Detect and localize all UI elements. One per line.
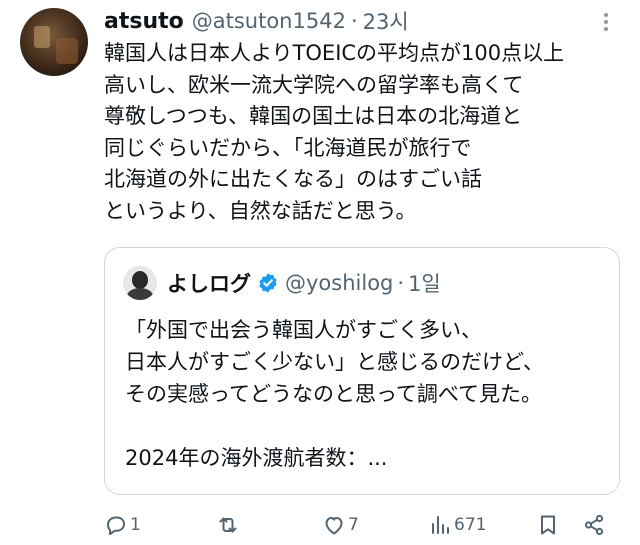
repost-icon <box>219 517 237 533</box>
tweet-text-line: 韓国人は日本人よりTOEICの平均点が100点以上 <box>104 41 565 65</box>
quoted-tweet-card[interactable]: よしログ @yoshilog · 1일 「外国で出会う韓国人がすごく多い、 日本… <box>104 247 620 495</box>
author-handle[interactable]: @atsuton1542 <box>192 9 346 33</box>
reply-icon <box>107 516 125 535</box>
bookmark-button[interactable] <box>536 510 560 540</box>
tweet-text-line: というより、自然な話だと思う。 <box>104 198 417 223</box>
tweet-header: atsuto @atsuton1542 · 23시 <box>104 6 409 36</box>
quoted-author-avatar <box>123 266 157 300</box>
tweet-body: 韓国人は日本人よりTOEICの平均点が100点以上 高いし、欧米一流大学院への留… <box>104 38 624 227</box>
views-count: 671 <box>454 515 487 535</box>
separator-dot: · <box>350 9 358 33</box>
like-button[interactable]: 7 <box>322 510 359 540</box>
more-dots-icon[interactable] <box>596 10 616 34</box>
author-avatar[interactable] <box>20 8 88 76</box>
views-icon <box>432 516 449 534</box>
tweet-text-line: 同じぐらいだから、「北海道民が旅行で <box>104 135 472 160</box>
reply-count: 1 <box>130 515 141 535</box>
separator-dot: · <box>397 271 405 295</box>
tweet-text-line: 北海道の外に出たくなる」のはすごい話 <box>104 167 482 191</box>
quoted-tweet-timestamp: 1일 <box>408 272 441 296</box>
tweet-text-line: 高いし、欧米一流大学院への留学率も高くて <box>104 72 524 97</box>
tweet-text-line: 尊敬しつつも、韓国の国土は日本の北海道と <box>104 104 523 128</box>
quoted-tweet-body: 「外国で出会う韓国人がすごく多い、 日本人がすごく少ない」と感じるのだけど、 そ… <box>125 314 605 474</box>
share-button[interactable] <box>582 510 606 540</box>
tweet-actions-bar: 1 7 671 <box>104 510 624 540</box>
quoted-author-handle: @yoshilog <box>285 271 394 295</box>
views-button[interactable]: 671 <box>428 510 486 540</box>
quoted-text-line <box>125 410 605 442</box>
author-display-name[interactable]: atsuto <box>104 9 184 34</box>
tweet-timestamp[interactable]: 23시 <box>363 6 409 36</box>
quoted-text-line: その実感ってどうなのと思って調べて見た。 <box>125 382 543 406</box>
quoted-text-line: 日本人がすごく少ない」と感じるのだけど、 <box>125 350 544 374</box>
quoted-text-line: 「外国で出会う韓国人がすごく多い、 <box>125 318 482 342</box>
share-icon <box>584 514 604 536</box>
repost-button[interactable] <box>216 510 242 540</box>
quoted-tweet-header: よしログ @yoshilog · 1일 <box>167 268 441 298</box>
heart-icon <box>325 517 343 535</box>
reply-button[interactable]: 1 <box>104 510 141 540</box>
like-count: 7 <box>348 515 359 535</box>
quoted-text-line: 2024年の海外渡航者数：... <box>125 446 388 470</box>
bookmark-icon <box>541 515 555 535</box>
quoted-author-display-name: よしログ <box>167 272 251 296</box>
verified-badge-icon <box>259 273 277 293</box>
